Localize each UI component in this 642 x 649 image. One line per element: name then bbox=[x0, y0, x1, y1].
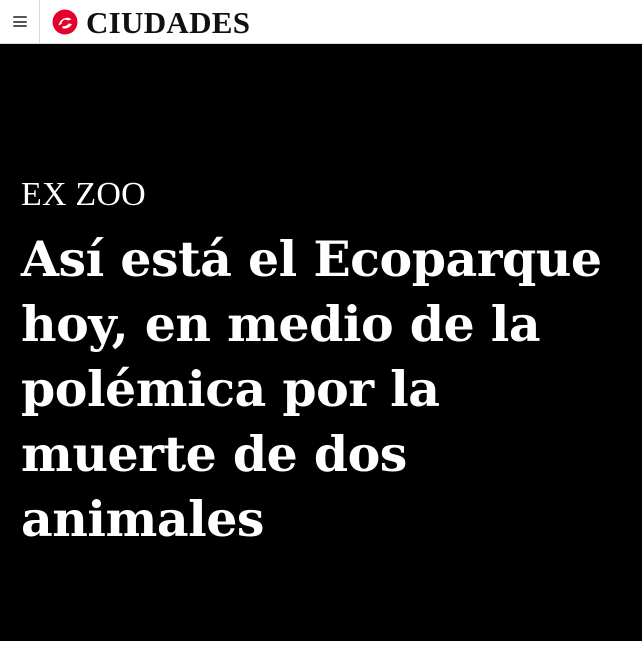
hero-banner: EX ZOO Así está el Ecoparque hoy, en med… bbox=[0, 44, 642, 641]
article-headline[interactable]: Así está el Ecoparque hoy, en medio de l… bbox=[21, 227, 621, 552]
top-bar: CIUDADES bbox=[0, 0, 642, 44]
section-title: CIUDADES bbox=[86, 4, 251, 40]
menu-button[interactable] bbox=[0, 0, 40, 43]
clarin-logo-icon bbox=[52, 9, 78, 34]
hamburger-menu-icon bbox=[12, 16, 27, 27]
article-kicker: EX ZOO bbox=[21, 176, 146, 213]
section-brand-link[interactable]: CIUDADES bbox=[52, 0, 250, 43]
